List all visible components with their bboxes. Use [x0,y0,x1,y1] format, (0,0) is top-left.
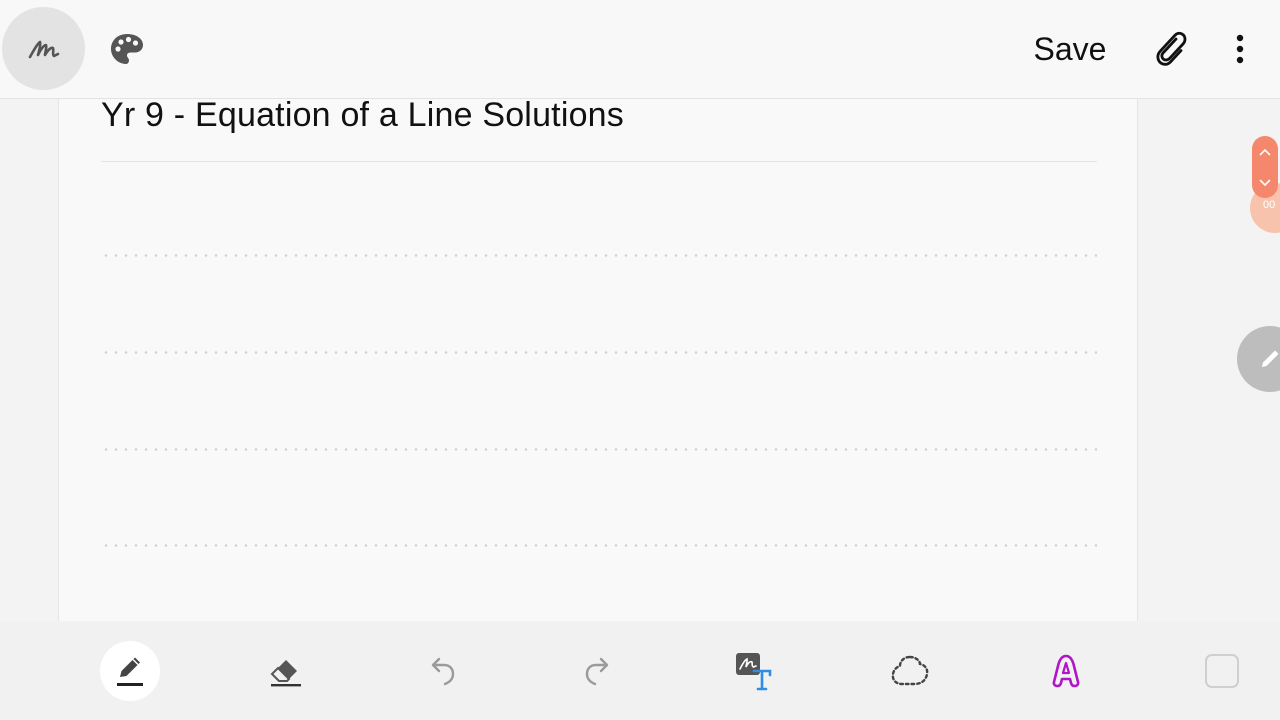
handwriting-icon [28,40,59,58]
redo-button[interactable] [568,641,628,701]
pen-icon [1262,350,1279,367]
save-button[interactable]: Save [1020,26,1120,72]
shape-tool-button[interactable] [1192,641,1252,701]
attach-button[interactable] [1148,26,1194,72]
more-options-button[interactable] [1220,26,1260,72]
floating-pen-button[interactable] [1237,326,1280,392]
lasso-selection-button[interactable] [880,641,940,701]
undo-button[interactable] [412,641,472,701]
ruled-dotted-line [101,351,1097,354]
handwriting-to-text-button[interactable] [724,641,784,701]
ruled-dotted-line [101,448,1097,451]
page-scroll-widget[interactable] [1252,136,1278,198]
bottom-toolbar [0,622,1280,720]
title-divider [101,161,1097,162]
pen-tool-button[interactable] [100,641,160,701]
lasso-selection-icon [891,655,929,686]
eraser-tool-button[interactable] [256,641,316,701]
shape-icon [1205,654,1239,688]
pen-icon [117,657,143,686]
text-style-icon [1052,654,1080,688]
palette-button[interactable] [106,28,148,70]
note-title[interactable]: Yr 9 - Equation of a Line Solutions [101,98,624,132]
scroll-count: 00 [1263,199,1276,211]
top-toolbar: Save [0,0,1280,99]
redo-icon [585,657,609,686]
ruled-dotted-line [101,254,1097,257]
eraser-icon [270,660,301,687]
chevron-down-icon[interactable] [1259,179,1271,187]
paperclip-icon [1156,31,1187,66]
more-vertical-icon [1236,34,1244,64]
ruled-dotted-line [101,544,1097,547]
handwriting-to-text-icon [736,653,772,691]
text-style-button[interactable] [1036,641,1096,701]
chevron-up-icon[interactable] [1259,148,1271,156]
undo-icon [431,657,455,686]
palette-icon [111,34,143,64]
pen-mode-button[interactable] [2,7,85,90]
note-page[interactable]: Yr 9 - Equation of a Line Solutions [58,98,1138,621]
